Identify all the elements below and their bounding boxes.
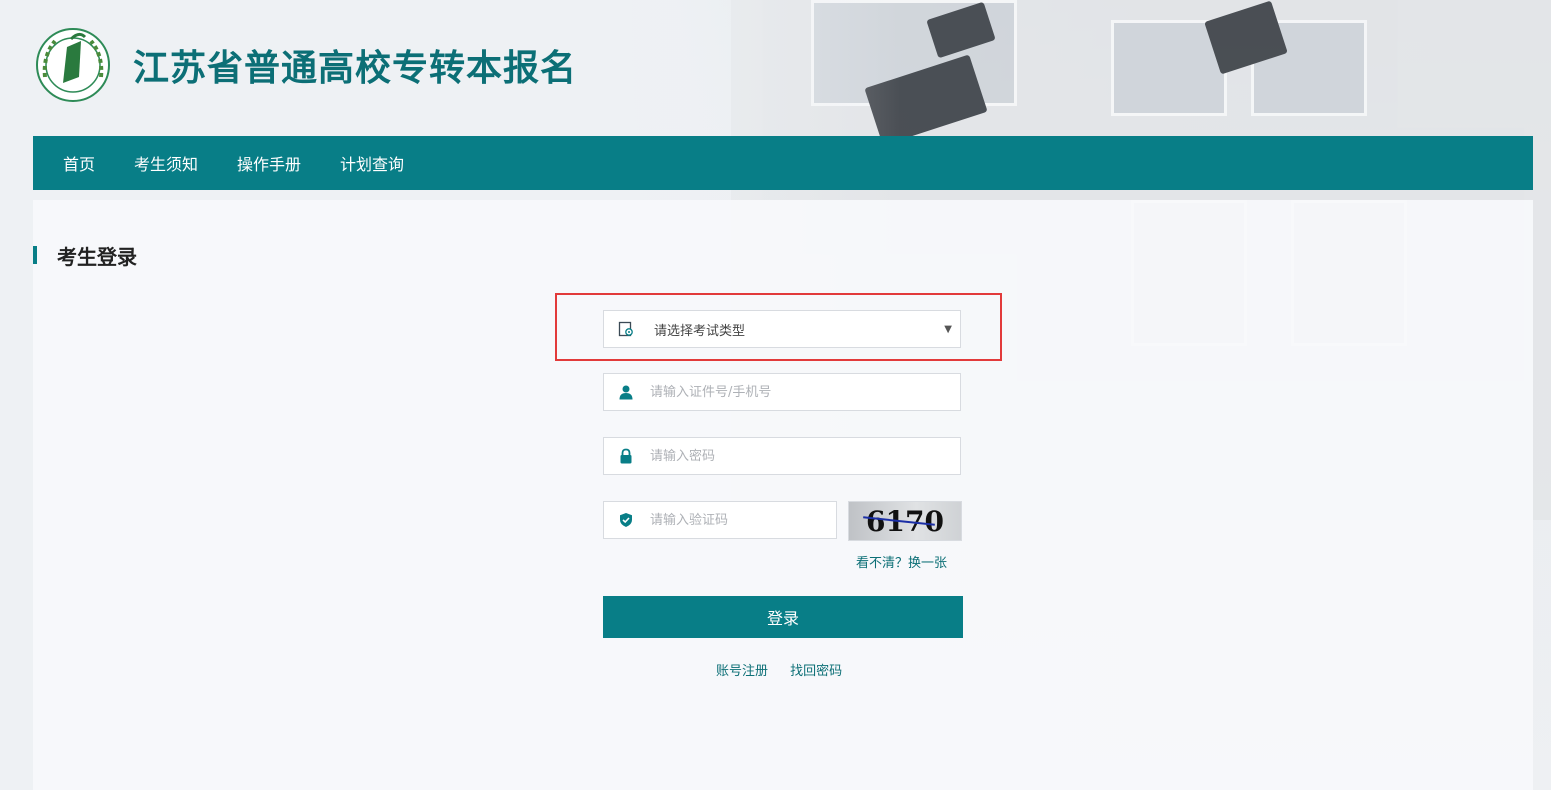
school-emblem-logo [33,25,113,105]
section-title-text: 考生登录 [57,244,137,269]
nav-item-notice[interactable]: 考生须知 [134,151,198,175]
captcha-refresh-link[interactable]: 看不清？换一张 [856,552,947,571]
password-input[interactable] [648,447,942,465]
user-icon [604,384,648,400]
captcha-image[interactable]: 6170 [848,501,962,541]
captcha-field[interactable] [603,501,837,539]
captcha-refresh-label[interactable]: 看不清？换一张 [856,556,947,571]
exam-type-selected-value: 请选择考试类型 [654,323,746,339]
nav-item-plan-query[interactable]: 计划查询 [340,151,404,175]
password-field[interactable] [603,437,961,475]
captcha-input[interactable] [648,511,832,529]
account-links: 账号注册 找回密码 [716,660,860,679]
id-input[interactable] [648,383,942,401]
shield-check-icon [604,512,648,528]
section-title: 考生登录 [33,242,137,269]
site-title: 江苏省普通高校专转本报名 [133,48,578,89]
nav-item-manual[interactable]: 操作手册 [237,151,301,175]
section-accent-bar [33,246,37,264]
recover-password-link[interactable]: 找回密码 [790,664,842,679]
login-button[interactable]: 登录 [603,596,963,638]
exam-type-select[interactable]: 请选择考试类型 ▼ [603,310,961,348]
nav-item-home[interactable]: 首页 [63,151,95,175]
site-header: 江苏省普通高校专转本报名 [33,20,577,110]
lock-icon [604,448,648,464]
caret-down-icon: ▼ [944,323,952,335]
exam-type-icon [604,321,648,337]
register-link[interactable]: 账号注册 [716,664,768,679]
main-nav: 首页 考生须知 操作手册 计划查询 [33,136,1533,190]
id-field[interactable] [603,373,961,411]
login-panel: 考生登录 请选择考试类型 ▼ 请输入证件号/手机号 请输入验证码 看不清？换一张… [33,200,1533,790]
